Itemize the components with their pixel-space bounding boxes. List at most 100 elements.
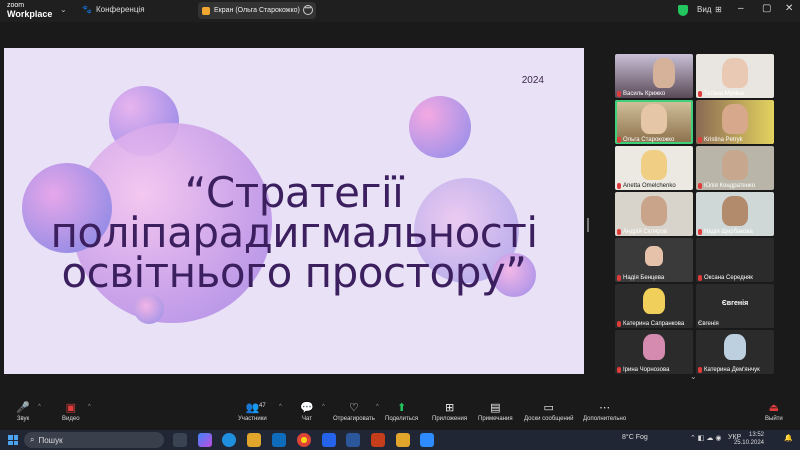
mic-muted-icon (698, 91, 702, 97)
mic-muted-icon (698, 275, 702, 281)
mic-muted-icon (698, 183, 702, 189)
share-button[interactable]: ⬆ Поделиться (385, 402, 418, 422)
more-icon[interactable]: ••• (303, 5, 313, 15)
mic-muted-icon (698, 229, 702, 235)
participant-video (722, 58, 748, 88)
leave-button[interactable]: ⏏ Выйти (765, 402, 783, 422)
participant-tile[interactable]: Євгенія Євгенія (696, 284, 774, 328)
chrome-icon[interactable] (297, 433, 311, 447)
participant-tile[interactable]: Kristina Petryk (696, 100, 774, 144)
heart-icon: ♡ (348, 402, 359, 414)
share-screen-icon: ⬆ (396, 402, 407, 414)
mic-muted-icon (698, 137, 702, 143)
os-taskbar: ⌕ Пошук 8°C Fog ⌃ ◧ ☁ ◉ УКР 13:52 25.10.… (0, 430, 800, 450)
mic-muted-icon (617, 275, 621, 281)
participants-count: 47 (259, 403, 266, 409)
outlook-icon[interactable] (272, 433, 286, 447)
maximize-icon[interactable]: ▢ (762, 3, 771, 14)
participant-video (722, 196, 748, 226)
grid-icon[interactable]: ⊞ (715, 5, 722, 14)
paw-icon: 🐾 (82, 5, 92, 14)
zoom-taskbar-icon[interactable] (420, 433, 434, 447)
participant-video (641, 150, 667, 180)
zoom-logo: zoom Workplace (7, 2, 53, 19)
participant-video (645, 246, 663, 266)
decor-bubble (134, 294, 164, 324)
mic-muted-icon (617, 229, 621, 235)
chevron-down-icon[interactable]: ⌄ (690, 372, 697, 381)
participant-video (641, 196, 667, 226)
apps-button[interactable]: ⊞ Приложения (432, 402, 467, 422)
decor-bubble (409, 96, 471, 158)
participant-video (653, 58, 675, 88)
participant-tile[interactable]: Василь Крижко (615, 54, 693, 98)
copilot-icon[interactable] (198, 433, 212, 447)
file-explorer-icon[interactable] (247, 433, 261, 447)
taskbar-search[interactable]: ⌕ Пошук (24, 432, 164, 448)
apps-icon: ⊞ (444, 402, 455, 414)
notes-button[interactable]: ▤ Примечания (478, 402, 513, 422)
mic-muted-icon (617, 367, 621, 373)
shield-check-icon[interactable] (678, 5, 688, 16)
participant-tile[interactable]: Катерина Дем'янчук (696, 330, 774, 374)
chevron-up-icon[interactable]: ^ (322, 404, 325, 410)
search-icon: ⌕ (30, 435, 35, 444)
react-button[interactable]: ♡ Отреагировать (333, 402, 375, 422)
weather-widget[interactable]: 8°C Fog (622, 434, 648, 441)
tray-icons[interactable]: ⌃ ◧ ☁ ◉ (690, 434, 721, 442)
participant-tile[interactable]: Надія Щербакова (696, 192, 774, 236)
chevron-up-icon[interactable]: ^ (376, 404, 379, 410)
mic-muted-icon (617, 91, 621, 97)
screen-share-indicator[interactable]: Екран (Ольга Старокожко) ••• (198, 2, 316, 19)
close-icon[interactable]: ✕ (785, 3, 793, 14)
people-icon: 👥 (245, 402, 260, 414)
windows-start-icon[interactable] (8, 435, 18, 445)
split-divider[interactable] (587, 218, 589, 232)
participant-video (722, 104, 748, 134)
chevron-down-icon[interactable]: ⌄ (60, 5, 67, 14)
chevron-up-icon[interactable]: ^ (279, 404, 282, 410)
minimize-icon[interactable]: – (738, 3, 744, 14)
word-icon[interactable] (346, 433, 360, 447)
participant-tile[interactable]: Anetta Omelchenko (615, 146, 693, 190)
chevron-up-icon[interactable]: ^ (88, 404, 91, 410)
whiteboard-icon: ▭ (543, 402, 554, 414)
participant-tile[interactable]: Андрій Скляров (615, 192, 693, 236)
leave-icon: ⏏ (768, 402, 780, 414)
participant-tile[interactable]: Надія Бенцева (615, 238, 693, 282)
participant-tile[interactable]: Юлія Кондратенко (696, 146, 774, 190)
more-icon: ⋯ (599, 402, 611, 414)
chat-icon: 💬 (300, 402, 314, 414)
whiteboards-button[interactable]: ▭ Доски сообщений (524, 402, 574, 422)
slide-year: 2024 (521, 75, 544, 86)
audio-button[interactable]: 🎤 Звук (16, 402, 30, 422)
participant-video (641, 104, 667, 134)
chevron-up-icon[interactable]: ^ (38, 404, 41, 410)
system-clock[interactable]: 13:52 25.10.2024 (734, 431, 764, 447)
title-bar: zoom Workplace ⌄ 🐾 Конференція Екран (Ол… (0, 0, 800, 22)
app-icon[interactable] (396, 433, 410, 447)
participant-tile[interactable]: Ірина Чорнозова (615, 330, 693, 374)
participant-video (722, 150, 748, 180)
participant-tile[interactable]: Тетяна Мухіна (696, 54, 774, 98)
screen-share-icon (202, 6, 210, 15)
chat-button[interactable]: 💬 Чат (300, 402, 314, 422)
edge-icon[interactable] (222, 433, 236, 447)
notifications-icon[interactable]: 🔔 (784, 434, 793, 442)
view-button[interactable]: Вид (697, 5, 711, 14)
video-button[interactable]: ▣ Видео (62, 402, 80, 422)
meeting-toolbar: 🎤 Звук ^ ▣ Видео ^ 👥 Участники 47 ^ 💬 Ча… (0, 398, 800, 430)
more-button[interactable]: ⋯ Дополнительно (583, 402, 626, 422)
app-icon[interactable] (322, 433, 336, 447)
task-view-icon[interactable] (173, 433, 187, 447)
mic-muted-icon: 🎤 (16, 402, 30, 414)
powerpoint-icon[interactable] (371, 433, 385, 447)
participant-video (643, 288, 665, 314)
participant-video (724, 334, 746, 360)
participant-tile-active-speaker[interactable]: Ольга Старокожко (615, 100, 693, 144)
participant-tile[interactable]: Катерина Сапранкова (615, 284, 693, 328)
shared-slide: 2024 “Стратегії поліпарадигмальності осв… (4, 48, 584, 374)
mic-muted-icon (617, 183, 621, 189)
participant-tile[interactable]: Оксана Середняк (696, 238, 774, 282)
conference-menu[interactable]: 🐾 Конференція (82, 5, 145, 14)
